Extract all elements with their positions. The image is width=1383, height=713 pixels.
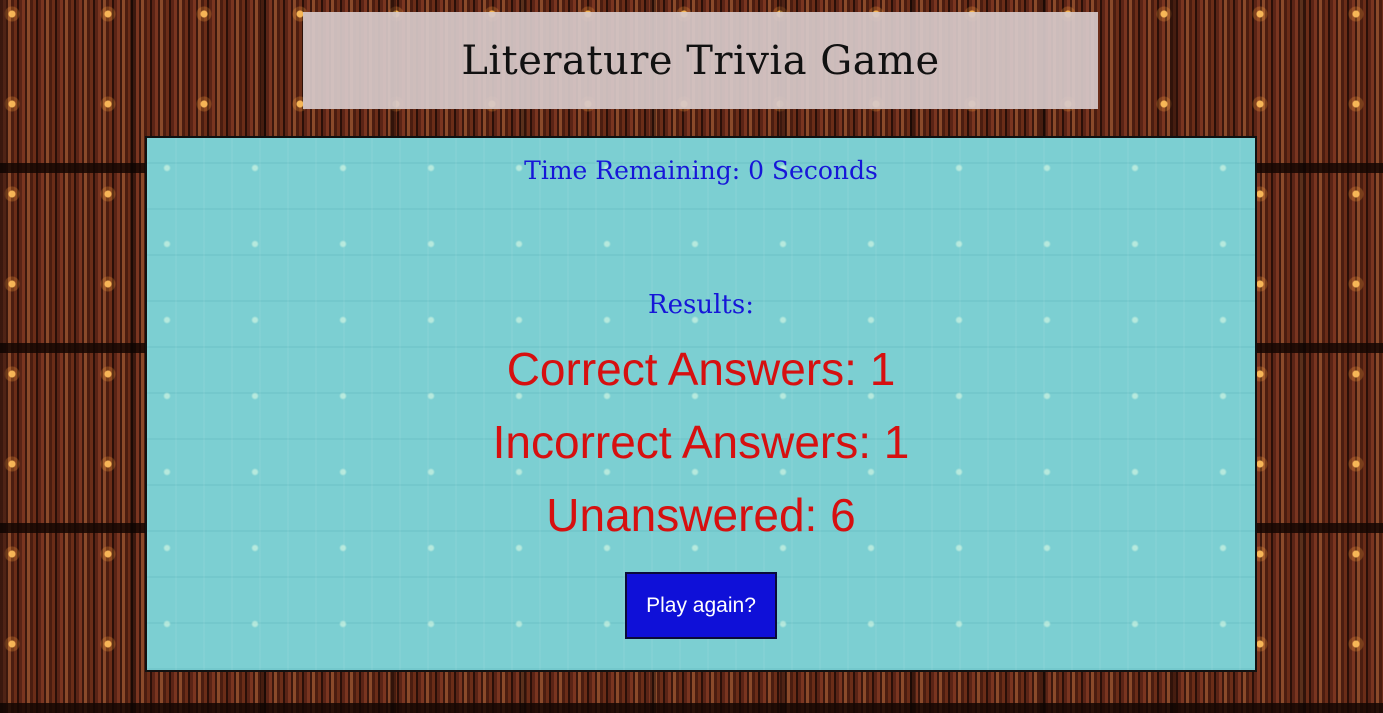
play-again-button[interactable]: Play again? xyxy=(625,572,777,639)
correct-answers-count: Correct Answers: 1 xyxy=(506,343,896,395)
unanswered-count: Unanswered: 6 xyxy=(546,489,856,541)
game-panel: Time Remaining: 0 Seconds Results: Corre… xyxy=(145,136,1257,672)
incorrect-answers-count: Incorrect Answers: 1 xyxy=(492,416,910,468)
page-title: Literature Trivia Game xyxy=(461,37,940,84)
results-heading: Results: xyxy=(648,290,754,320)
time-remaining-text: Time Remaining: 0 Seconds xyxy=(524,156,878,185)
title-banner: Literature Trivia Game xyxy=(303,12,1098,109)
